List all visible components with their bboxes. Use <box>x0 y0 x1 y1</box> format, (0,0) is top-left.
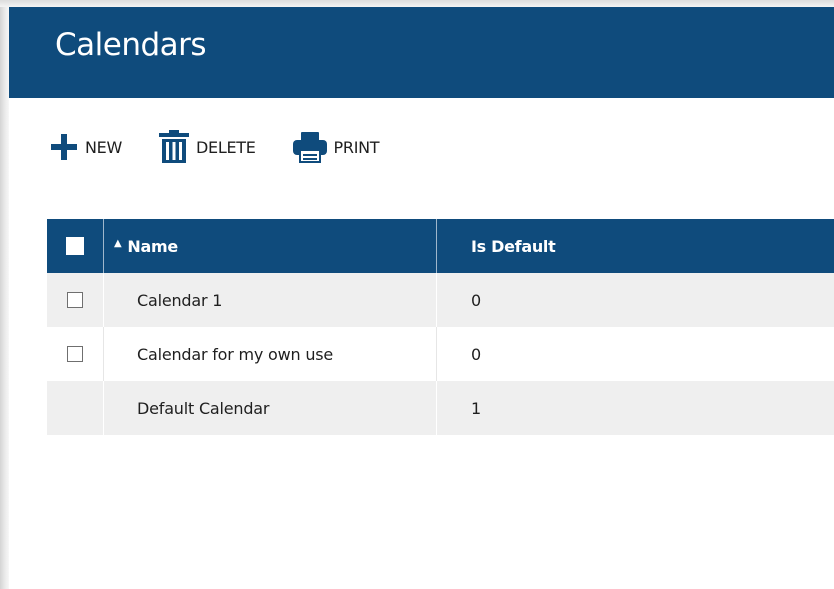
cell-is-default: 0 <box>436 273 834 327</box>
delete-button[interactable]: DELETE <box>158 128 256 166</box>
cell-name: Calendar for my own use <box>103 327 436 381</box>
print-button-label: PRINT <box>333 137 380 157</box>
table-row[interactable]: Calendar 1 0 <box>47 273 834 327</box>
table-row[interactable]: Calendar for my own use 0 <box>47 327 834 381</box>
cell-name: Default Calendar <box>103 381 436 435</box>
print-button[interactable]: PRINT <box>292 128 380 166</box>
printer-icon <box>292 131 328 163</box>
column-header-name-label: Name <box>127 236 178 256</box>
window-shadow-left <box>0 0 9 589</box>
page-title: Calendars <box>55 27 207 63</box>
title-bar: Calendars <box>9 7 834 98</box>
grid-header: ▲ Name Is Default <box>47 219 834 273</box>
select-all-cell <box>47 219 103 273</box>
sort-ascending-icon: ▲ <box>114 237 122 249</box>
cell-is-default: 1 <box>436 381 834 435</box>
delete-button-label: DELETE <box>196 137 256 157</box>
cell-is-default: 0 <box>436 327 834 381</box>
row-select-cell <box>47 327 103 381</box>
trash-icon <box>158 130 190 164</box>
row-select-cell <box>47 273 103 327</box>
column-header-is-default-label: Is Default <box>471 236 556 256</box>
plus-icon <box>49 132 79 162</box>
row-checkbox[interactable] <box>67 346 83 362</box>
calendars-window: Calendars NEW DELETE PRINT ▲ Name Is Def… <box>9 7 834 589</box>
calendars-grid: ▲ Name Is Default Calendar 1 0 Calendar … <box>47 219 834 435</box>
toolbar: NEW DELETE PRINT <box>49 128 415 166</box>
window-shadow-top <box>0 0 834 7</box>
select-all-checkbox[interactable] <box>66 237 84 255</box>
screenshot-stage: Calendars NEW DELETE PRINT ▲ Name Is Def… <box>0 0 834 589</box>
column-header-name[interactable]: ▲ Name <box>103 219 436 273</box>
table-row[interactable]: Default Calendar 1 <box>47 381 834 435</box>
new-button-label: NEW <box>85 137 122 157</box>
cell-name: Calendar 1 <box>103 273 436 327</box>
row-select-cell <box>47 381 103 435</box>
column-header-is-default[interactable]: Is Default <box>436 219 834 273</box>
new-button[interactable]: NEW <box>49 128 122 166</box>
row-checkbox[interactable] <box>67 292 83 308</box>
